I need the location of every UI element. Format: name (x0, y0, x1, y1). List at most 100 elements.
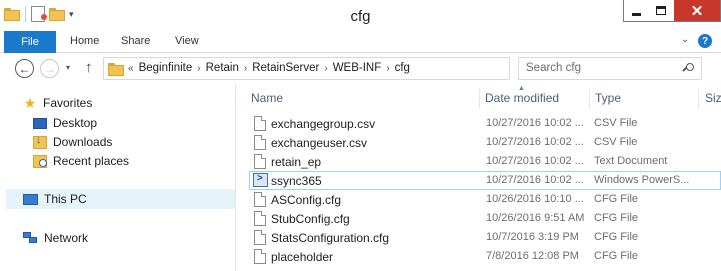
breadcrumb-item[interactable]: RetainServer (252, 62, 319, 74)
file-type: Windows PowerS... (594, 174, 690, 186)
file-type: Text Document (594, 155, 668, 167)
file-type: CFG File (594, 193, 638, 205)
recent-locations-chevron-icon[interactable]: ▾ (66, 63, 70, 72)
file-date: 10/27/2016 10:02 ... (486, 155, 584, 167)
navigation-bar: ← → ▾ ↑ « Beginfinite › Retain › RetainS… (0, 53, 721, 84)
file-date: 10/27/2016 10:02 ... (486, 117, 584, 129)
breadcrumb-separator-icon[interactable]: › (386, 63, 389, 74)
column-header-date-modified[interactable]: Date modified (485, 91, 559, 105)
breadcrumb-separator-icon[interactable]: › (244, 63, 247, 74)
file-row[interactable]: StubConfig.cfg 10/26/2016 9:51 AM CFG Fi… (249, 209, 721, 228)
column-divider[interactable] (589, 89, 590, 108)
file-type: CSV File (594, 117, 638, 129)
breadcrumb: « Beginfinite › Retain › RetainServer › … (128, 62, 410, 74)
file-type: CFG File (594, 250, 638, 262)
file-name: StubConfig.cfg (271, 212, 350, 226)
column-divider[interactable] (479, 89, 480, 108)
tab-share[interactable]: Share (121, 35, 150, 47)
document-icon (254, 230, 266, 245)
nav-item-label: Downloads (53, 135, 113, 149)
recent-places-icon (33, 154, 47, 168)
file-date: 10/27/2016 10:02 ... (486, 136, 584, 148)
file-date: 10/26/2016 10:10 ... (486, 193, 584, 205)
tab-home[interactable]: Home (70, 35, 99, 47)
breadcrumb-item[interactable]: Beginfinite (139, 62, 193, 74)
powershell-script-icon (253, 173, 268, 187)
nav-item-favorites[interactable]: ★ Favorites (23, 94, 93, 112)
star-icon: ★ (23, 94, 37, 111)
nav-item-recent-places[interactable]: Recent places (33, 152, 129, 170)
nav-item-label: Recent places (53, 154, 130, 168)
forward-button[interactable]: → (40, 59, 59, 78)
document-icon (254, 192, 266, 207)
back-button[interactable]: ← (15, 59, 34, 78)
folder-icon (108, 62, 124, 76)
computer-icon (23, 193, 38, 205)
search-box[interactable] (518, 57, 702, 80)
column-header-type[interactable]: Type (595, 91, 621, 105)
nav-item-downloads[interactable]: Downloads (33, 133, 112, 151)
close-button[interactable]: ✕ (674, 0, 720, 21)
file-row[interactable]: placeholder 7/8/2016 12:08 PM CFG File (249, 247, 721, 266)
navigation-pane: ★ Favorites Desktop Downloads Recent pla… (0, 84, 236, 271)
file-type: CFG File (594, 212, 638, 224)
expand-ribbon-chevron-icon[interactable]: ⌄ (681, 34, 689, 45)
document-icon (254, 154, 266, 169)
address-bar[interactable]: « Beginfinite › Retain › RetainServer › … (103, 57, 605, 80)
tab-file[interactable]: File (4, 31, 56, 53)
nav-item-label: Favorites (43, 96, 93, 110)
breadcrumb-separator-icon[interactable]: › (197, 63, 200, 74)
file-type: CSV File (594, 136, 638, 148)
file-name: exchangegroup.csv (271, 117, 376, 131)
column-header-size[interactable]: Siz (705, 91, 721, 105)
nav-item-this-pc[interactable]: This PC (6, 189, 235, 209)
file-row[interactable]: exchangeuser.csv 10/27/2016 10:02 ... CS… (249, 133, 721, 152)
nav-item-label: This PC (44, 192, 87, 206)
document-icon (254, 211, 266, 226)
file-date: 10/27/2016 10:02 ... (486, 174, 584, 186)
breadcrumb-item[interactable]: cfg (395, 62, 410, 74)
file-row[interactable]: exchangegroup.csv 10/27/2016 10:02 ... C… (249, 114, 721, 133)
minimize-button[interactable] (625, 0, 648, 21)
maximize-icon (656, 6, 666, 15)
file-name: retain_ep (271, 155, 322, 169)
breadcrumb-overflow[interactable]: « (128, 63, 134, 74)
breadcrumb-separator-icon[interactable]: › (324, 63, 327, 74)
close-icon: ✕ (690, 2, 704, 20)
file-row[interactable]: retain_ep 10/27/2016 10:02 ... Text Docu… (249, 152, 721, 171)
file-row[interactable]: ssync365 10/27/2016 10:02 ... Windows Po… (249, 171, 721, 190)
file-name: ASConfig.cfg (271, 193, 342, 207)
file-name: ssync365 (271, 174, 322, 188)
file-row[interactable]: StatsConfiguration.cfg 10/7/2016 3:19 PM… (249, 228, 721, 247)
file-date: 10/26/2016 9:51 AM (486, 212, 585, 224)
downloads-icon (33, 134, 47, 149)
file-date: 7/8/2016 12:08 PM (486, 250, 579, 262)
file-name: StatsConfiguration.cfg (271, 231, 390, 245)
file-list: Name ▲ Date modified Type Siz exchangegr… (237, 84, 721, 271)
breadcrumb-item[interactable]: Retain (206, 62, 239, 74)
search-input[interactable] (526, 62, 676, 74)
nav-item-network[interactable]: Network (23, 229, 88, 247)
file-row[interactable]: ASConfig.cfg 10/26/2016 10:10 ... CFG Fi… (249, 190, 721, 209)
search-icon[interactable] (682, 63, 695, 75)
nav-item-desktop[interactable]: Desktop (33, 114, 97, 132)
document-icon (254, 249, 266, 264)
column-header-name[interactable]: Name (251, 91, 283, 105)
file-name: placeholder (271, 250, 334, 264)
minimize-icon (632, 12, 641, 16)
desktop-icon (33, 117, 47, 129)
up-button[interactable]: ↑ (85, 59, 93, 76)
nav-item-label: Network (44, 231, 89, 245)
breadcrumb-item[interactable]: WEB-INF (333, 62, 382, 74)
file-date: 10/7/2016 3:19 PM (486, 231, 579, 243)
network-icon (23, 232, 38, 244)
tab-view[interactable]: View (175, 35, 199, 47)
column-divider[interactable] (698, 89, 699, 108)
help-button[interactable]: ? (698, 34, 712, 48)
nav-item-label: Desktop (53, 116, 98, 130)
file-name: exchangeuser.csv (271, 136, 368, 150)
ribbon-tab-bar: File Home Share View ⌄ ? (0, 31, 721, 53)
file-type: CFG File (594, 231, 638, 243)
window-title: cfg (350, 8, 371, 25)
maximize-button[interactable] (648, 0, 674, 21)
